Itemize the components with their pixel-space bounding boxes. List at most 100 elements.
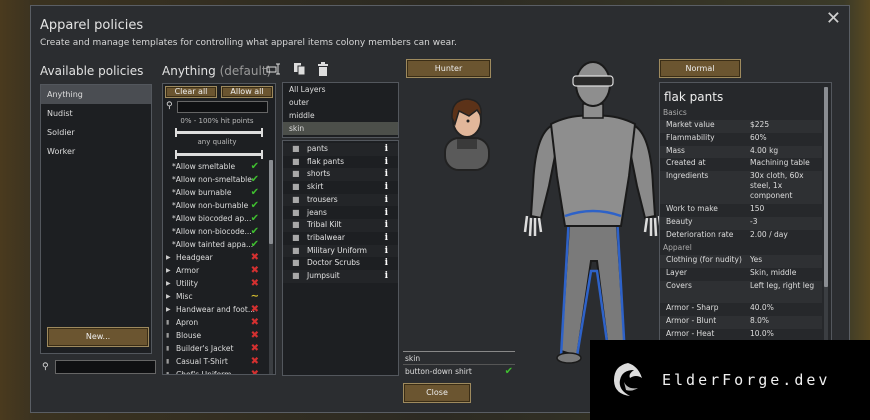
clear-all-button[interactable]: Clear all xyxy=(165,86,217,98)
check-icon[interactable]: ✔ xyxy=(505,365,513,378)
filter-row[interactable]: ▶ Utility ✖ xyxy=(163,277,267,290)
cross-icon[interactable]: ✖ xyxy=(251,368,259,374)
search-icon: ⚲ xyxy=(42,362,49,372)
rename-icon[interactable] xyxy=(266,63,282,78)
check-icon[interactable]: ✔ xyxy=(251,173,259,186)
apparel-header: Apparel xyxy=(663,243,692,252)
hitpoints-slider[interactable] xyxy=(175,128,263,137)
apparel-item-row[interactable]: ■ shorts i xyxy=(283,168,398,182)
apparel-item-row[interactable]: ■ skirt i xyxy=(283,181,398,194)
info-icon[interactable]: i xyxy=(385,194,388,207)
filter-scrollbar[interactable] xyxy=(269,160,273,374)
apparel-item-row[interactable]: ■ pants i xyxy=(283,143,398,156)
filter-row[interactable]: ▮ Apron ✖ xyxy=(163,316,267,329)
filter-row[interactable]: *Allow non-biocode... ✔ xyxy=(163,225,267,238)
filter-row[interactable]: ▮ Casual T-Shirt ✖ xyxy=(163,355,267,368)
layer-outer[interactable]: outer xyxy=(283,96,398,109)
filter-row[interactable]: *Allow non-burnable ✔ xyxy=(163,199,267,212)
layer-middle[interactable]: middle xyxy=(283,109,398,122)
apparel-item-row[interactable]: ■ tribalwear i xyxy=(283,232,398,245)
worn-apparel-row[interactable]: skin xyxy=(403,351,515,364)
check-icon[interactable]: ✔ xyxy=(251,160,259,173)
cross-icon[interactable]: ✖ xyxy=(251,251,259,264)
check-icon[interactable]: ✔ xyxy=(251,225,259,238)
check-icon[interactable]: ✔ xyxy=(251,212,259,225)
filter-row[interactable]: *Allow smeltable ✔ xyxy=(163,160,267,173)
info-icon[interactable]: i xyxy=(385,207,388,220)
layer-skin[interactable]: skin xyxy=(283,122,398,135)
cross-icon[interactable]: ✖ xyxy=(251,277,259,290)
info-icon[interactable]: i xyxy=(385,181,388,194)
info-icon[interactable]: i xyxy=(385,156,388,169)
stat-value: 10.0% xyxy=(750,329,774,338)
cross-icon[interactable]: ✖ xyxy=(251,342,259,355)
allow-all-button[interactable]: Allow all xyxy=(221,86,273,98)
filter-search-input[interactable] xyxy=(177,101,268,113)
cross-icon[interactable]: ✖ xyxy=(251,329,259,342)
filter-row[interactable]: *Allow tainted appa... ✔ xyxy=(163,238,267,251)
apparel-item-icon: ▮ xyxy=(166,332,170,339)
check-icon[interactable]: ✔ xyxy=(251,238,259,251)
policy-list: Anything Nudist Soldier Worker New... xyxy=(40,84,152,354)
stat-row: Created at Machining table xyxy=(660,158,822,171)
cross-icon[interactable]: ✖ xyxy=(251,355,259,368)
layer-all[interactable]: All Layers xyxy=(283,83,398,96)
quality-slider[interactable] xyxy=(175,150,263,159)
filter-row[interactable]: ▮ Builder's Jacket ✖ xyxy=(163,342,267,355)
apparel-item-row[interactable]: ■ Jumpsuit i xyxy=(283,270,398,283)
hitpoints-label: 0% - 100% hit points xyxy=(180,117,254,125)
hunter-button[interactable]: Hunter xyxy=(406,59,491,78)
apparel-item-row[interactable]: ■ Tribal Kilt i xyxy=(283,219,398,232)
info-icon[interactable]: i xyxy=(385,219,388,232)
info-icon[interactable]: i xyxy=(385,257,388,270)
expand-arrow-icon: ▶ xyxy=(166,293,171,300)
filter-row-label: Chef's Uniform xyxy=(176,370,232,375)
apparel-item-row[interactable]: ■ trousers i xyxy=(283,193,398,207)
info-icon[interactable]: i xyxy=(385,270,388,283)
worn-apparel-row[interactable]: button-down shirt ✔ xyxy=(403,364,515,377)
filter-row[interactable]: *Allow biocoded ap... ✔ xyxy=(163,212,267,225)
check-icon[interactable]: ✔ xyxy=(251,186,259,199)
stats-scroll-thumb[interactable] xyxy=(824,87,828,287)
normal-button[interactable]: Normal xyxy=(659,59,741,78)
apparel-item-row[interactable]: ■ jeans i xyxy=(283,207,398,220)
policy-item-worker[interactable]: Worker xyxy=(41,142,151,161)
info-icon[interactable]: i xyxy=(385,245,388,258)
info-icon[interactable]: i xyxy=(385,168,388,181)
new-policy-button[interactable]: New... xyxy=(47,327,149,347)
info-icon[interactable]: i xyxy=(385,232,388,245)
stat-value: 4.00 kg xyxy=(750,145,779,155)
stat-value: 60% xyxy=(750,132,767,142)
apparel-item-row[interactable]: ■ flak pants i xyxy=(283,156,398,169)
filter-row[interactable]: ▶ Armor ✖ xyxy=(163,264,267,277)
cross-icon[interactable]: ✖ xyxy=(251,264,259,277)
filter-row[interactable]: *Allow non-smeltable ✔ xyxy=(163,173,267,186)
filter-row[interactable]: ▮ Blouse ✖ xyxy=(163,329,267,342)
copy-icon[interactable] xyxy=(293,62,307,79)
policy-search-input[interactable] xyxy=(55,360,156,374)
apparel-item-label: Military Uniform xyxy=(307,245,367,255)
stat-row: Armor - Blunt 8.0% xyxy=(660,316,822,329)
policy-item-nudist[interactable]: Nudist xyxy=(41,104,151,123)
filter-row-label: Blouse xyxy=(176,331,202,340)
cross-icon[interactable]: ✖ xyxy=(251,303,259,316)
filter-row[interactable]: ▮ Chef's Uniform ✖ xyxy=(163,368,267,375)
close-button[interactable]: Close xyxy=(403,383,471,403)
filter-row[interactable]: *Allow burnable ✔ xyxy=(163,186,267,199)
filter-row[interactable]: ▶ Misc ∼ xyxy=(163,290,267,303)
filter-row[interactable]: ▶ Handwear and foot... ✖ xyxy=(163,303,267,316)
info-icon[interactable]: i xyxy=(385,143,388,156)
filter-row[interactable]: ▶ Headgear ✖ xyxy=(163,251,267,264)
apparel-item-row[interactable]: ■ Doctor Scrubs i xyxy=(283,257,398,270)
policy-item-soldier[interactable]: Soldier xyxy=(41,123,151,142)
close-icon[interactable]: ✕ xyxy=(826,8,841,29)
partial-icon[interactable]: ∼ xyxy=(251,290,259,303)
cross-icon[interactable]: ✖ xyxy=(251,316,259,329)
policy-item-anything[interactable]: Anything xyxy=(41,85,151,104)
stat-value: 30x cloth, 60x steel, 1x component xyxy=(750,171,804,201)
filter-scroll-thumb[interactable] xyxy=(269,160,273,244)
check-icon[interactable]: ✔ xyxy=(251,199,259,212)
apparel-item-row[interactable]: ■ Military Uniform i xyxy=(283,244,398,258)
trash-icon[interactable] xyxy=(317,62,329,79)
stats-scrollbar[interactable] xyxy=(824,87,828,343)
